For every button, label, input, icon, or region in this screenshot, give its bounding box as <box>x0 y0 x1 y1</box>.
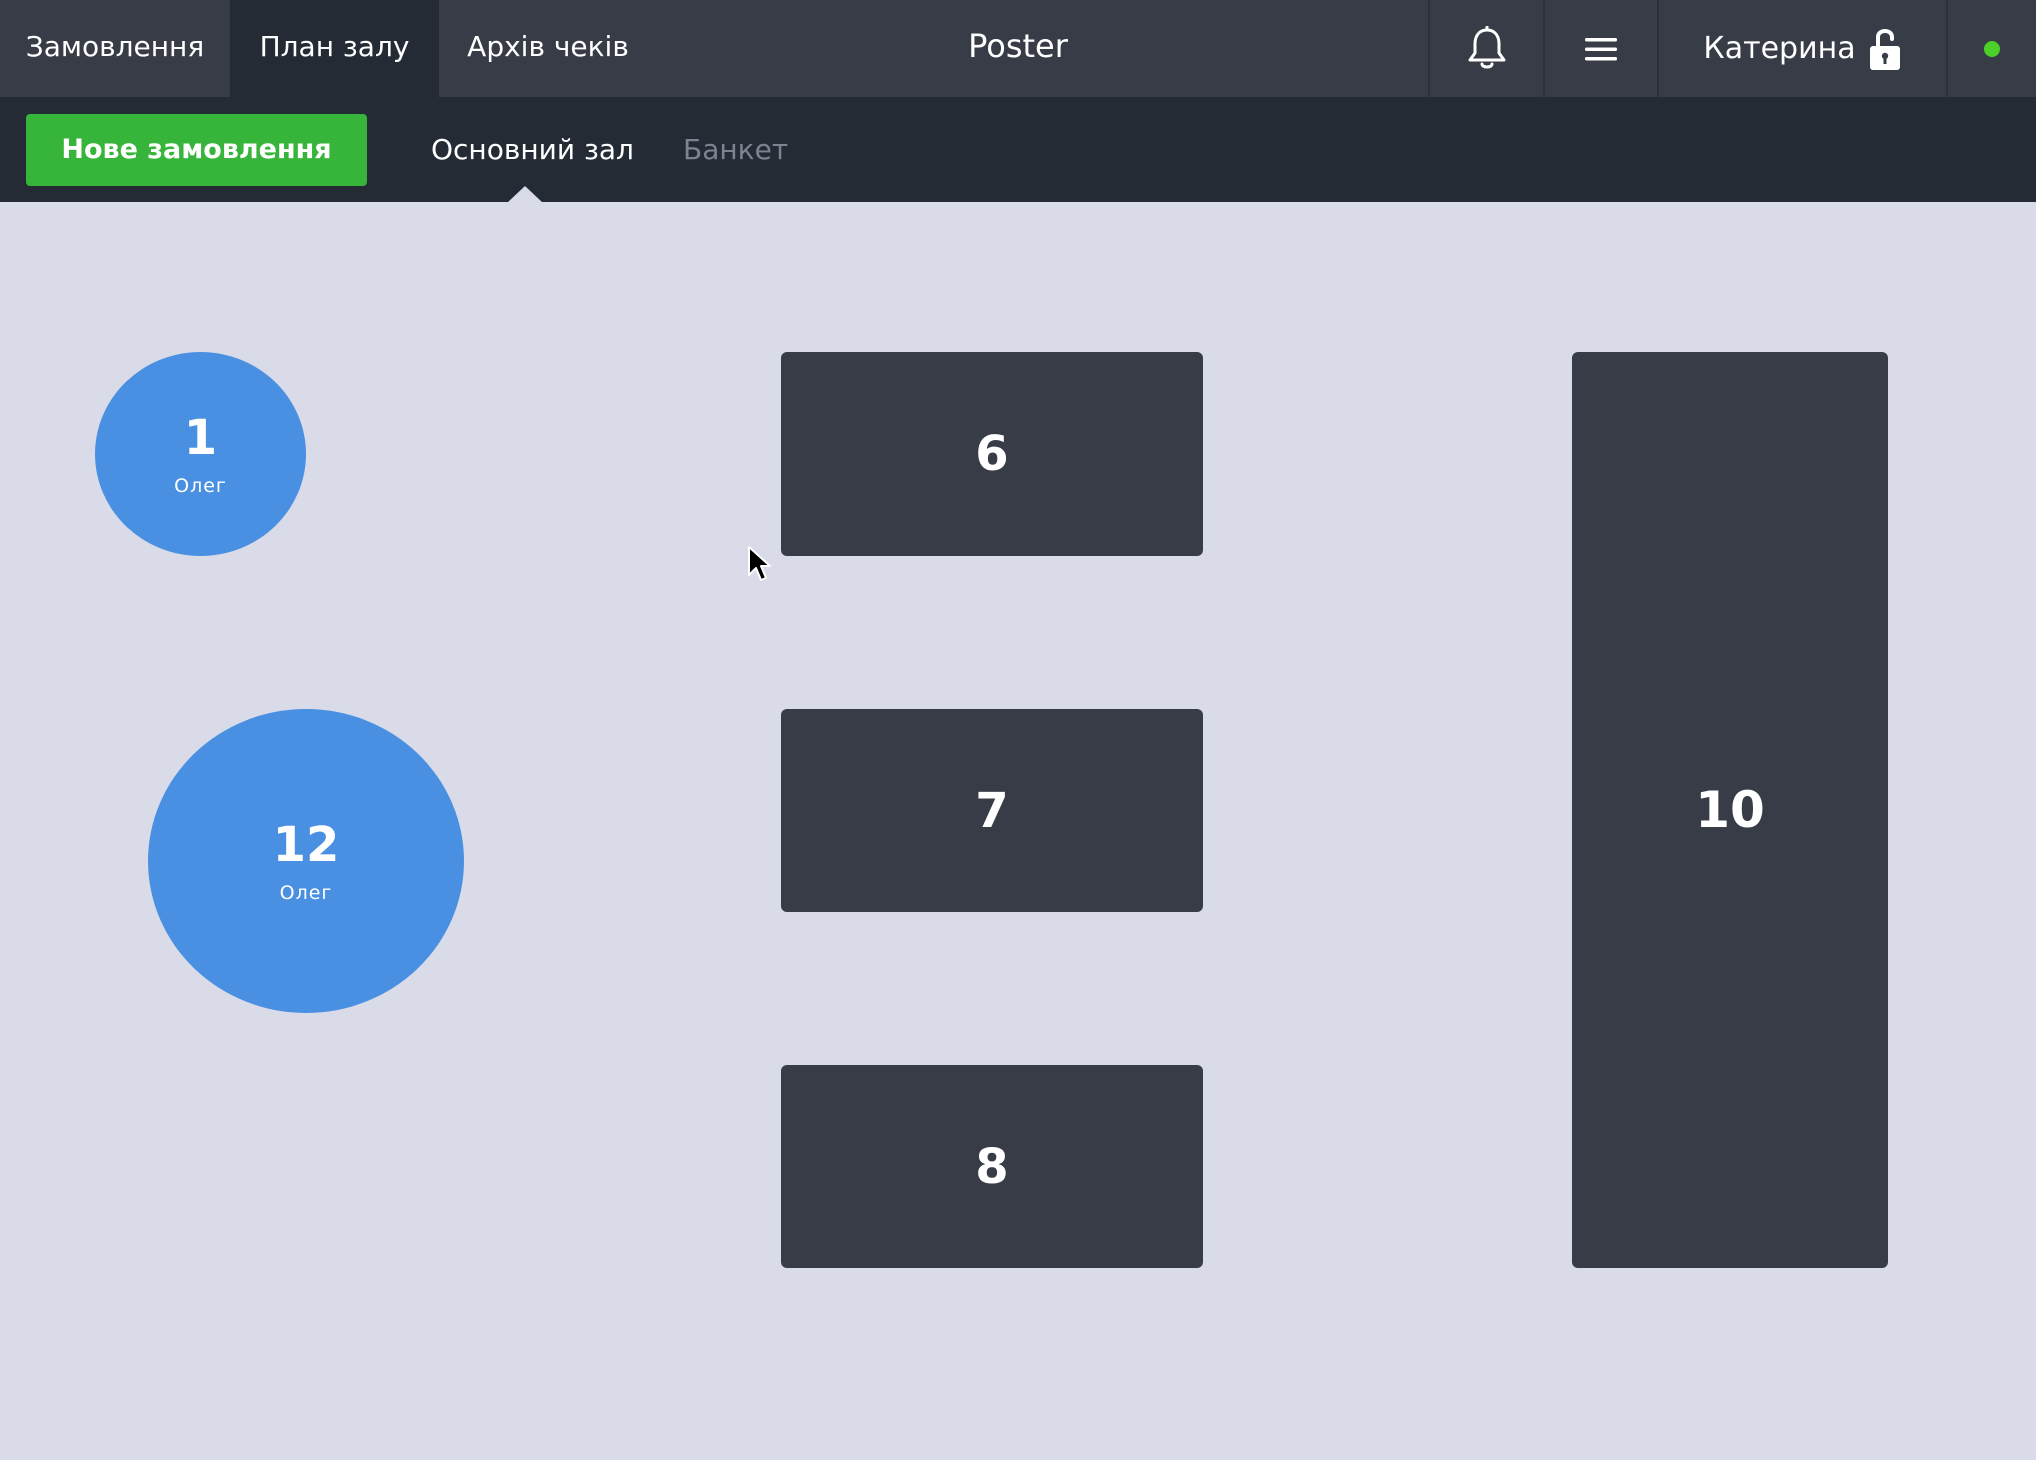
table-number: 1 <box>183 410 218 466</box>
table-12[interactable]: 12 Олег <box>148 709 464 1013</box>
unlocked-padlock-icon <box>1869 28 1900 70</box>
tab-floor-plan-label: План залу <box>259 30 410 63</box>
tab-floor-plan[interactable]: План залу <box>230 0 439 97</box>
table-number: 8 <box>975 1138 1009 1195</box>
table-number: 6 <box>975 426 1009 482</box>
table-6[interactable]: 6 <box>781 352 1203 556</box>
table-8[interactable]: 8 <box>781 1065 1203 1268</box>
tab-orders-label: Замовлення <box>25 30 205 63</box>
new-order-button[interactable]: Нове замовлення <box>26 114 367 186</box>
user-name: Катерина <box>1703 31 1856 66</box>
hall-tab-banquet[interactable]: Банкет <box>683 97 788 202</box>
bell-icon <box>1468 25 1505 68</box>
table-number: 7 <box>975 782 1009 839</box>
mouse-pointer-icon <box>748 546 771 581</box>
app-title: Poster <box>968 27 1068 65</box>
table-waiter: Олег <box>174 475 227 497</box>
hamburger-menu-icon <box>1585 37 1617 60</box>
table-7[interactable]: 7 <box>781 709 1203 912</box>
connection-status <box>1946 0 2036 97</box>
table-number: 12 <box>272 817 340 873</box>
notifications-button[interactable] <box>1428 0 1543 97</box>
table-waiter: Олег <box>279 882 333 904</box>
tab-receipt-archive-label: Архів чеків <box>467 30 629 63</box>
menu-button[interactable] <box>1543 0 1657 97</box>
tab-receipt-archive[interactable]: Архів чеків <box>439 0 657 97</box>
active-hall-indicator <box>507 186 543 203</box>
table-10[interactable]: 10 <box>1572 352 1888 1268</box>
online-status-dot <box>1984 40 2000 57</box>
table-number: 10 <box>1695 781 1765 839</box>
top-navigation-bar: Замовлення План залу Архів чеків Poster … <box>0 0 2036 97</box>
table-1[interactable]: 1 Олег <box>95 352 306 556</box>
user-account-button[interactable]: Катерина <box>1657 0 1946 97</box>
hall-toolbar: Нове замовлення Основний зал Банкет <box>0 97 2036 202</box>
tab-orders[interactable]: Замовлення <box>0 0 230 97</box>
